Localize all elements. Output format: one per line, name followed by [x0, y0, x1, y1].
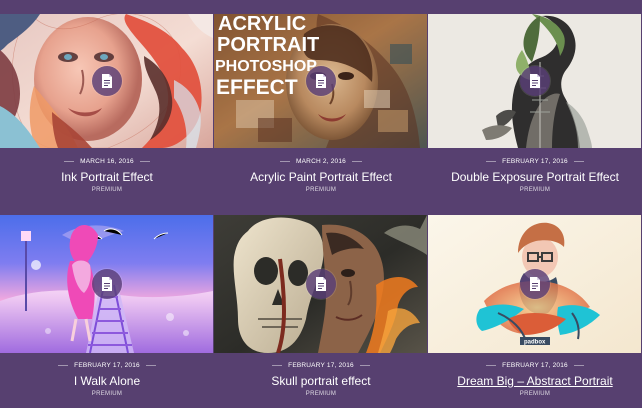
- post-tag: PREMIUM: [519, 187, 551, 193]
- post-title-link[interactable]: Dream Big – Abstract Portrait: [428, 374, 642, 388]
- post-meta: MARCH 2, 2016 Acrylic Paint Portrait Eff…: [214, 158, 428, 193]
- date-divider-right: [573, 365, 584, 366]
- date-divider-right: [573, 161, 584, 162]
- post-thumbnail[interactable]: padbox: [428, 215, 641, 353]
- post-tag: PREMIUM: [91, 187, 123, 193]
- post-tag: PREMIUM: [305, 187, 337, 193]
- document-icon: [101, 74, 112, 88]
- post-date: FEBRUARY 17, 2016: [288, 362, 354, 369]
- date-divider-left: [486, 365, 497, 366]
- post-format-badge[interactable]: [519, 66, 550, 96]
- thumb-heading-line-3: PHOTOSHOP: [215, 58, 317, 75]
- date-divider-right: [139, 161, 150, 162]
- post-date-row: FEBRUARY 17, 2016: [0, 362, 214, 369]
- post-date-row: MARCH 2, 2016: [214, 158, 428, 165]
- post-tag: PREMIUM: [91, 391, 123, 397]
- post-title-link[interactable]: Acrylic Paint Portrait Effect: [214, 170, 428, 184]
- post-title-link[interactable]: I Walk Alone: [0, 374, 214, 388]
- thumb-brand-label: padbox: [524, 340, 546, 346]
- post-thumbnail[interactable]: [0, 215, 213, 353]
- date-divider-left: [64, 161, 75, 162]
- date-divider-right: [145, 365, 156, 366]
- post-date: FEBRUARY 17, 2016: [74, 362, 140, 369]
- date-divider-left: [486, 161, 497, 162]
- date-divider-left: [272, 365, 283, 366]
- post-date: MARCH 16, 2016: [80, 158, 134, 165]
- post-format-badge[interactable]: [305, 66, 336, 96]
- post-date-row: FEBRUARY 17, 2016: [428, 362, 642, 369]
- post-grid: MARCH 16, 2016 Ink Portrait Effect PREMI…: [0, 0, 642, 408]
- post-thumbnail[interactable]: [214, 215, 427, 353]
- post-thumbnail[interactable]: [0, 14, 213, 148]
- post-date: FEBRUARY 17, 2016: [502, 158, 568, 165]
- post-meta: FEBRUARY 17, 2016 Skull portrait effect …: [214, 362, 428, 397]
- document-icon: [315, 74, 326, 88]
- thumb-heading-line-2: PORTRAIT: [217, 34, 319, 56]
- document-icon: [101, 277, 112, 291]
- document-icon: [315, 277, 326, 291]
- date-divider-right: [351, 161, 362, 162]
- post-card-i-walk-alone: FEBRUARY 17, 2016 I Walk Alone PREMIUM: [0, 204, 214, 408]
- document-icon: [529, 277, 540, 291]
- post-card-skull-portrait: FEBRUARY 17, 2016 Skull portrait effect …: [214, 204, 428, 408]
- post-format-badge[interactable]: [305, 269, 336, 299]
- date-divider-left: [280, 161, 291, 162]
- date-divider-right: [359, 365, 370, 366]
- post-date-row: FEBRUARY 17, 2016: [428, 158, 642, 165]
- post-card-acrylic-paint: ACRYLIC PORTRAIT PHOTOSHOP EFFECT MARCH …: [214, 0, 428, 204]
- post-format-badge[interactable]: [519, 269, 550, 299]
- document-icon: [529, 74, 540, 88]
- post-meta: FEBRUARY 17, 2016 Double Exposure Portra…: [428, 158, 642, 193]
- post-meta: MARCH 16, 2016 Ink Portrait Effect PREMI…: [0, 158, 214, 193]
- post-card-ink-portrait: MARCH 16, 2016 Ink Portrait Effect PREMI…: [0, 0, 214, 204]
- post-format-badge[interactable]: [91, 269, 122, 299]
- post-title-link[interactable]: Ink Portrait Effect: [0, 170, 214, 184]
- post-title-link[interactable]: Double Exposure Portrait Effect: [428, 170, 642, 184]
- post-date-row: MARCH 16, 2016: [0, 158, 214, 165]
- post-date: MARCH 2, 2016: [296, 158, 346, 165]
- thumb-heading-line-1: ACRYLIC: [218, 14, 306, 35]
- date-divider-left: [58, 365, 69, 366]
- post-meta: FEBRUARY 17, 2016 I Walk Alone PREMIUM: [0, 362, 214, 397]
- post-title-link[interactable]: Skull portrait effect: [214, 374, 428, 388]
- post-tag: PREMIUM: [519, 391, 551, 397]
- post-card-dream-big: padbox FEBRUARY 17, 2016 Dream Big – Abs…: [428, 204, 642, 408]
- post-thumbnail[interactable]: [428, 14, 641, 148]
- post-thumbnail[interactable]: ACRYLIC PORTRAIT PHOTOSHOP EFFECT: [214, 14, 427, 148]
- post-meta: FEBRUARY 17, 2016 Dream Big – Abstract P…: [428, 362, 642, 397]
- post-format-badge[interactable]: [91, 66, 122, 96]
- thumb-heading-line-4: EFFECT: [216, 76, 298, 99]
- post-tag: PREMIUM: [305, 391, 337, 397]
- post-card-double-exposure: FEBRUARY 17, 2016 Double Exposure Portra…: [428, 0, 642, 204]
- post-date-row: FEBRUARY 17, 2016: [214, 362, 428, 369]
- post-date: FEBRUARY 17, 2016: [502, 362, 568, 369]
